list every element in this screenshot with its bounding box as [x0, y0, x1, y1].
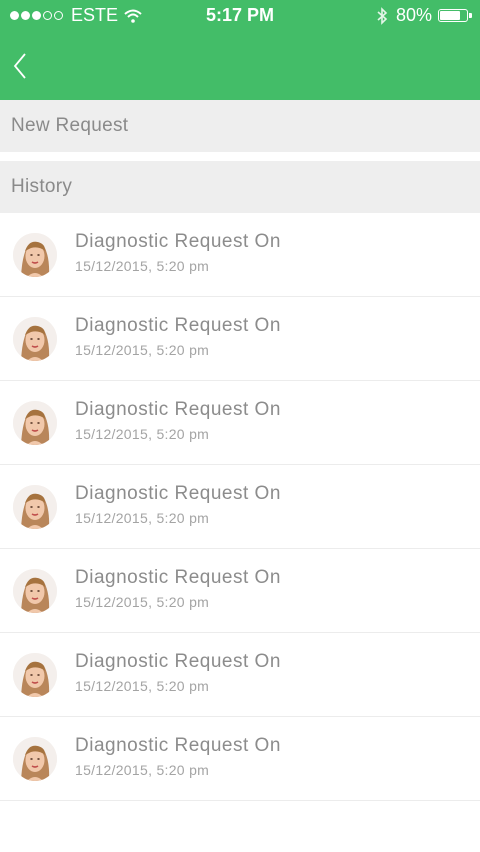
avatar: [13, 233, 57, 277]
history-row[interactable]: Diagnostic Request On 15/12/2015, 5:20 pm: [0, 549, 480, 633]
history-row-datetime: 15/12/2015, 5:20 pm: [75, 762, 210, 778]
history-label: History: [11, 176, 73, 197]
history-row-datetime: 15/12/2015, 5:20 pm: [75, 510, 210, 526]
history-row-title: Diagnostic Request On: [75, 651, 281, 672]
history-row-title: Diagnostic Request On: [75, 315, 281, 336]
history-row-title: Diagnostic Request On: [75, 399, 281, 420]
avatar: [13, 317, 57, 361]
battery-percent: 80%: [395, 5, 432, 25]
history-header: History: [0, 161, 480, 213]
battery-icon: [438, 9, 472, 22]
history-row[interactable]: Diagnostic Request On 15/12/2015, 5:20 pm: [0, 213, 480, 297]
history-row-datetime: 15/12/2015, 5:20 pm: [75, 258, 210, 274]
avatar: [13, 737, 57, 781]
history-row-datetime: 15/12/2015, 5:20 pm: [75, 342, 210, 358]
avatar: [13, 485, 57, 529]
history-row-title: Diagnostic Request On: [75, 735, 281, 756]
avatar: [13, 401, 57, 445]
history-row-datetime: 15/12/2015, 5:20 pm: [75, 594, 210, 610]
avatar: [13, 317, 57, 361]
history-row[interactable]: Diagnostic Request On 15/12/2015, 5:20 pm: [0, 717, 480, 801]
status-right: 80%: [376, 5, 472, 26]
avatar: [13, 569, 57, 613]
new-request-item[interactable]: New Request: [0, 100, 480, 152]
history-row-datetime: 15/12/2015, 5:20 pm: [75, 426, 210, 442]
history-list: Diagnostic Request On 15/12/2015, 5:20 pm…: [0, 213, 480, 801]
avatar: [13, 233, 57, 277]
history-row[interactable]: Diagnostic Request On 15/12/2015, 5:20 pm: [0, 381, 480, 465]
avatar: [13, 737, 57, 781]
battery-level: [440, 11, 460, 20]
history-row-title: Diagnostic Request On: [75, 567, 281, 588]
avatar: [13, 569, 57, 613]
avatar: [13, 401, 57, 445]
avatar: [13, 653, 57, 697]
status-bar: ESTE 5:17 PM 80%: [0, 0, 480, 32]
avatar: [13, 485, 57, 529]
chevron-left-icon: [13, 53, 26, 79]
header-bar: ESTE 5:17 PM 80%: [0, 0, 480, 100]
history-row-title: Diagnostic Request On: [75, 483, 281, 504]
history-row[interactable]: Diagnostic Request On 15/12/2015, 5:20 pm: [0, 297, 480, 381]
avatar: [13, 653, 57, 697]
back-button[interactable]: [6, 48, 34, 84]
bluetooth-icon: [377, 6, 388, 25]
history-row[interactable]: Diagnostic Request On 15/12/2015, 5:20 pm: [0, 633, 480, 717]
history-row[interactable]: Diagnostic Request On 15/12/2015, 5:20 pm: [0, 465, 480, 549]
new-request-label: New Request: [11, 115, 129, 136]
history-row-title: Diagnostic Request On: [75, 231, 281, 252]
history-row-datetime: 15/12/2015, 5:20 pm: [75, 678, 210, 694]
